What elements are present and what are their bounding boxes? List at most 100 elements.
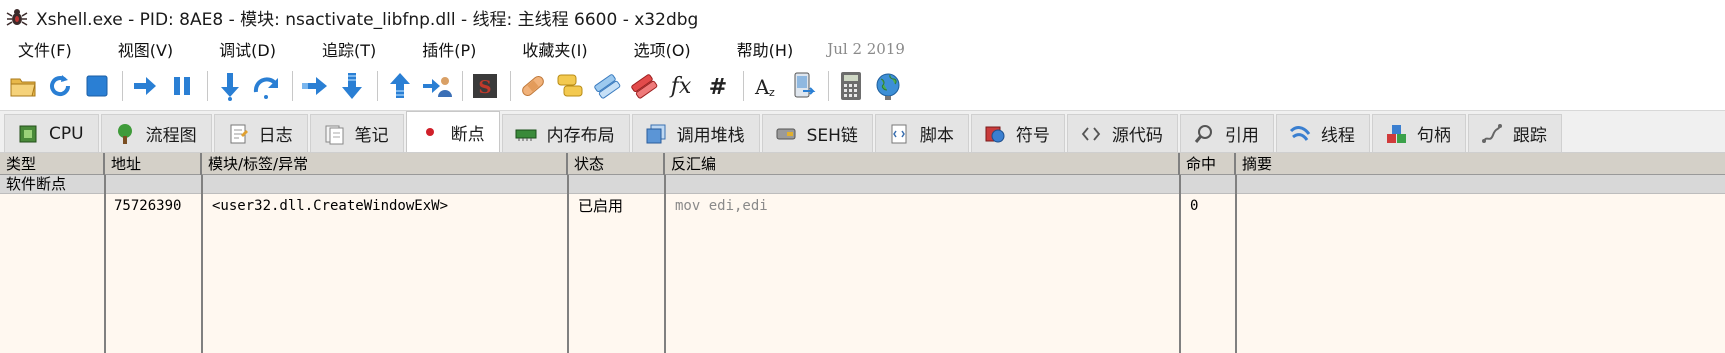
toolbar-separator <box>292 71 293 101</box>
tab-memory-map[interactable]: 内存布局 <box>501 114 630 152</box>
symbols-icon <box>984 123 1006 145</box>
memory-map-icon <box>515 123 537 145</box>
scylla-icon[interactable]: S <box>468 69 502 103</box>
toolbar-separator <box>828 71 829 101</box>
toolbar-separator <box>743 71 744 101</box>
toolbar-separator <box>122 71 123 101</box>
column-divider <box>664 175 666 353</box>
trace-into-icon[interactable] <box>298 69 332 103</box>
svg-text:#: # <box>709 75 727 100</box>
menu-trace[interactable]: 追踪(T) <box>304 37 376 61</box>
breakpoint-icon <box>419 121 441 143</box>
tab-threads[interactable]: 线程 <box>1275 114 1370 152</box>
column-divider <box>1179 175 1181 353</box>
tab-trace[interactable]: 跟踪 <box>1467 114 1562 152</box>
trace-over-icon[interactable] <box>335 69 369 103</box>
tab-seh-chain[interactable]: SEH链 <box>761 114 873 152</box>
tab-notes[interactable]: 笔记 <box>309 114 404 152</box>
column-divider <box>201 175 203 353</box>
breakpoints-table[interactable]: 类型 地址 模块/标签/异常 状态 反汇编 命中 摘要 软件断点 7572639… <box>0 153 1725 353</box>
run-to-user-code-icon[interactable] <box>420 69 454 103</box>
column-header-disassembly[interactable]: 反汇编 <box>665 153 1180 175</box>
tab-script[interactable]: 脚本 <box>874 114 969 152</box>
bug-icon <box>4 4 30 30</box>
open-folder-icon[interactable] <box>6 69 40 103</box>
svg-text:S: S <box>479 77 492 98</box>
menu-file[interactable]: 文件(F) <box>0 37 72 61</box>
graph-tree-icon <box>114 123 136 145</box>
tab-call-stack[interactable]: 调用堆栈 <box>631 114 760 152</box>
comments-icon[interactable] <box>553 69 587 103</box>
column-header-hits[interactable]: 命中 <box>1180 153 1236 175</box>
call-stack-icon <box>645 123 667 145</box>
toolbar-separator <box>510 71 511 101</box>
cell-label: <user32.dll.CreateWindowExW> <box>212 198 449 214</box>
table-header: 类型 地址 模块/标签/异常 状态 反汇编 命中 摘要 <box>0 153 1725 175</box>
stop-icon[interactable] <box>80 69 114 103</box>
run-icon[interactable] <box>128 69 162 103</box>
menu-help[interactable]: 帮助(H) <box>719 37 794 61</box>
tab-handles[interactable]: 句柄 <box>1371 114 1466 152</box>
seh-chain-icon <box>775 123 797 145</box>
tab-source[interactable]: 源代码 <box>1066 114 1178 152</box>
script-icon <box>888 123 910 145</box>
step-into-icon[interactable] <box>213 69 247 103</box>
cell-disassembly: mov edi,edi <box>675 198 768 214</box>
menu-debug[interactable]: 调试(D) <box>201 37 276 61</box>
bookmarks-icon[interactable] <box>627 69 661 103</box>
globe-icon[interactable] <box>871 69 905 103</box>
toolbar-separator <box>377 71 378 101</box>
source-icon <box>1080 123 1102 145</box>
references-icon <box>1193 123 1215 145</box>
menu-favourites[interactable]: 收藏夹(I) <box>504 37 587 61</box>
menu-view[interactable]: 视图(V) <box>100 37 173 61</box>
column-header-status[interactable]: 状态 <box>568 153 665 175</box>
tab-graph[interactable]: 流程图 <box>100 114 212 152</box>
tab-references[interactable]: 引用 <box>1179 114 1274 152</box>
cell-hits: 0 <box>1190 198 1199 214</box>
menu-bar: 文件(F) 视图(V) 调试(D) 追踪(T) 插件(P) 收藏夹(I) 选项(… <box>0 34 1725 64</box>
execute-till-return-icon[interactable] <box>383 69 417 103</box>
threads-icon <box>1289 123 1311 145</box>
cell-address: 75726390 <box>114 198 182 214</box>
calculator-icon[interactable] <box>834 69 868 103</box>
tab-cpu[interactable]: CPU <box>4 114 99 152</box>
handles-icon <box>1385 123 1407 145</box>
toolbar: S fx # Az <box>0 64 1725 108</box>
svg-text:z: z <box>769 86 775 99</box>
hash-icon[interactable]: # <box>701 69 735 103</box>
column-header-summary[interactable]: 摘要 <box>1236 153 1725 175</box>
function-icon[interactable]: fx <box>664 69 698 103</box>
cpu-icon <box>17 123 39 145</box>
labels-icon[interactable] <box>590 69 624 103</box>
cell-status: 已启用 <box>578 197 624 215</box>
column-divider <box>567 175 569 353</box>
tab-symbols[interactable]: 符号 <box>970 114 1065 152</box>
tab-log[interactable]: 日志 <box>213 114 308 152</box>
column-divider <box>1235 175 1237 353</box>
log-icon <box>227 123 249 145</box>
column-header-address[interactable]: 地址 <box>105 153 202 175</box>
restart-icon[interactable] <box>43 69 77 103</box>
trace-icon <box>1481 123 1503 145</box>
font-icon[interactable]: Az <box>749 69 783 103</box>
menu-options[interactable]: 选项(O) <box>616 37 691 61</box>
tab-bar: CPU 流程图 日志 笔记 断点 内存布局 调用堆栈 SEH链 脚本 符号 源代… <box>0 110 1725 153</box>
pause-icon[interactable] <box>165 69 199 103</box>
step-over-icon[interactable] <box>250 69 284 103</box>
group-label: 软件断点 <box>6 175 67 193</box>
svg-text:fx: fx <box>669 74 692 99</box>
build-date: Jul 2 2019 <box>827 40 905 58</box>
group-row: 软件断点 <box>0 175 1725 194</box>
column-header-type[interactable]: 类型 <box>0 153 105 175</box>
device-icon[interactable] <box>786 69 820 103</box>
column-header-label[interactable]: 模块/标签/异常 <box>202 153 568 175</box>
notes-icon <box>323 123 345 145</box>
patch-icon[interactable] <box>516 69 550 103</box>
menu-plugins[interactable]: 插件(P) <box>404 37 476 61</box>
title-bar: Xshell.exe - PID: 8AE8 - 模块: nsactivate_… <box>0 0 1725 34</box>
toolbar-separator <box>207 71 208 101</box>
svg-text:A: A <box>754 75 770 99</box>
window-title: Xshell.exe - PID: 8AE8 - 模块: nsactivate_… <box>36 9 699 30</box>
tab-breakpoints[interactable]: 断点 <box>405 111 500 152</box>
